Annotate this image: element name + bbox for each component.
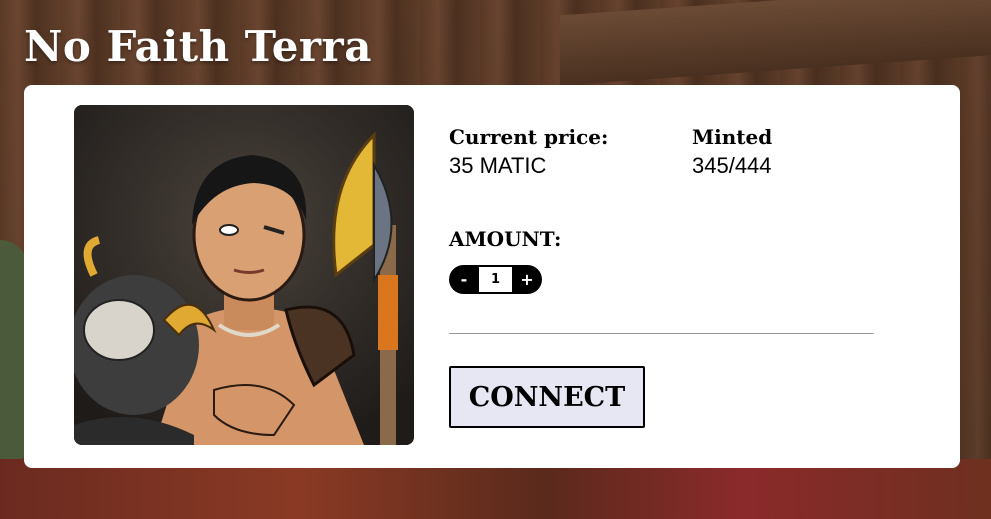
minted-value: 345/444 — [692, 153, 772, 178]
divider — [449, 333, 874, 334]
amount-label: AMOUNT: — [449, 227, 562, 251]
minted-label: Minted — [692, 125, 773, 149]
increment-button[interactable]: + — [512, 265, 542, 294]
page-title: No Faith Terra — [24, 22, 372, 71]
background-floor — [0, 459, 991, 519]
nft-portrait-image — [74, 105, 414, 445]
quantity-stepper: - 1 + — [449, 265, 542, 294]
minted-block: Minted 345/444 — [692, 125, 772, 179]
price-value: 35 MATIC — [449, 153, 547, 178]
mint-card: Current price: 35 MATIC Minted 345/444 A… — [24, 85, 960, 468]
connect-button[interactable]: CONNECT — [449, 366, 645, 428]
portrait-artwork — [74, 105, 414, 445]
price-block: Current price: 35 MATIC — [449, 125, 608, 179]
background-beam — [560, 0, 991, 86]
quantity-value[interactable]: 1 — [479, 265, 512, 294]
price-label: Current price: — [449, 125, 609, 149]
decrement-button[interactable]: - — [449, 265, 479, 294]
